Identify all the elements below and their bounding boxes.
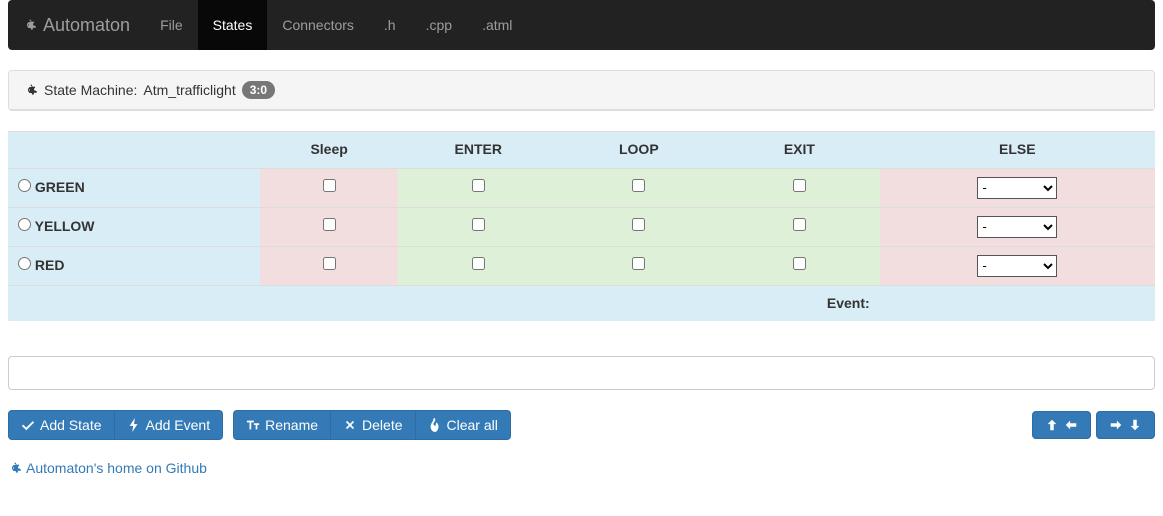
loop-cell: [559, 168, 720, 207]
enter-cell: [398, 207, 559, 246]
enter-checkbox[interactable]: [472, 257, 485, 270]
sleep-checkbox[interactable]: [323, 218, 336, 231]
remove-icon: [343, 418, 357, 432]
navbar-brand[interactable]: Automaton: [23, 15, 130, 36]
exit-checkbox[interactable]: [793, 179, 806, 192]
table-row: RED -: [8, 246, 1155, 285]
panel-title: State Machine: Atm_trafficlight 3:0: [44, 81, 275, 99]
else-select[interactable]: -: [977, 177, 1057, 199]
add-state-button[interactable]: Add State: [8, 410, 115, 440]
enter-checkbox[interactable]: [472, 179, 485, 192]
arrow-right-icon: [1109, 418, 1123, 432]
nav-h[interactable]: .h: [369, 0, 411, 50]
exit-cell: [719, 246, 880, 285]
navbar: Automaton File States Connectors .h .cpp…: [8, 0, 1155, 50]
exit-cell: [719, 168, 880, 207]
state-radio[interactable]: [18, 218, 31, 231]
th-loop: LOOP: [559, 132, 720, 169]
state-radio[interactable]: [18, 257, 31, 270]
loop-checkbox[interactable]: [632, 218, 645, 231]
th-state: [8, 132, 260, 169]
loop-checkbox[interactable]: [632, 179, 645, 192]
th-sleep: Sleep: [260, 132, 398, 169]
enter-cell: [398, 246, 559, 285]
state-cell: YELLOW: [8, 207, 260, 246]
state-radio[interactable]: [18, 179, 31, 192]
loop-cell: [559, 246, 720, 285]
name-input[interactable]: [8, 356, 1155, 390]
navbar-nav: File States Connectors .h .cpp .atml: [145, 0, 527, 50]
nav-cpp[interactable]: .cpp: [411, 0, 467, 50]
th-else: ELSE: [880, 132, 1155, 169]
state-name: GREEN: [31, 179, 85, 195]
states-table: Sleep ENTER LOOP EXIT ELSE GREEN - YELLOW…: [8, 131, 1155, 321]
rename-button[interactable]: Rename: [233, 410, 331, 440]
table-row: YELLOW -: [8, 207, 1155, 246]
nav-states[interactable]: States: [198, 0, 268, 50]
enter-cell: [398, 168, 559, 207]
gear-icon: [8, 461, 22, 475]
sleep-cell: [260, 207, 398, 246]
github-link[interactable]: Automaton's home on Github: [8, 460, 1155, 476]
state-cell: RED: [8, 246, 260, 285]
th-exit: EXIT: [719, 132, 880, 169]
arrow-left-icon: [1064, 418, 1078, 432]
nav-file[interactable]: File: [145, 0, 198, 50]
table-row: GREEN -: [8, 168, 1155, 207]
state-badge: 3:0: [242, 81, 275, 99]
fire-icon: [428, 418, 442, 432]
event-footer-label: Event:: [8, 285, 880, 321]
else-select[interactable]: -: [977, 255, 1057, 277]
text-size-icon: [246, 418, 260, 432]
state-name: YELLOW: [31, 218, 95, 234]
else-cell: -: [880, 207, 1155, 246]
add-event-button[interactable]: Add Event: [115, 410, 224, 440]
arrow-up-icon: [1045, 418, 1059, 432]
flash-icon: [127, 418, 141, 432]
else-select[interactable]: -: [977, 216, 1057, 238]
arrow-down-icon: [1128, 418, 1142, 432]
gear-icon: [23, 18, 37, 32]
exit-cell: [719, 207, 880, 246]
clear-all-button[interactable]: Clear all: [416, 410, 511, 440]
state-cell: GREEN: [8, 168, 260, 207]
sleep-checkbox[interactable]: [323, 257, 336, 270]
loop-checkbox[interactable]: [632, 257, 645, 270]
nav-atml[interactable]: .atml: [467, 0, 527, 50]
sleep-cell: [260, 168, 398, 207]
move-up-left-button[interactable]: [1032, 411, 1091, 439]
nav-connectors[interactable]: Connectors: [267, 0, 369, 50]
loop-cell: [559, 207, 720, 246]
enter-checkbox[interactable]: [472, 218, 485, 231]
sleep-checkbox[interactable]: [323, 179, 336, 192]
panel-heading: State Machine: Atm_trafficlight 3:0: [8, 70, 1155, 111]
check-icon: [21, 418, 35, 432]
th-enter: ENTER: [398, 132, 559, 169]
move-right-down-button[interactable]: [1096, 411, 1155, 439]
exit-checkbox[interactable]: [793, 218, 806, 231]
exit-checkbox[interactable]: [793, 257, 806, 270]
sleep-cell: [260, 246, 398, 285]
delete-button[interactable]: Delete: [331, 410, 415, 440]
else-cell: -: [880, 168, 1155, 207]
brand-text: Automaton: [43, 15, 130, 36]
gear-icon: [24, 83, 38, 97]
else-cell: -: [880, 246, 1155, 285]
state-name: RED: [31, 257, 64, 273]
